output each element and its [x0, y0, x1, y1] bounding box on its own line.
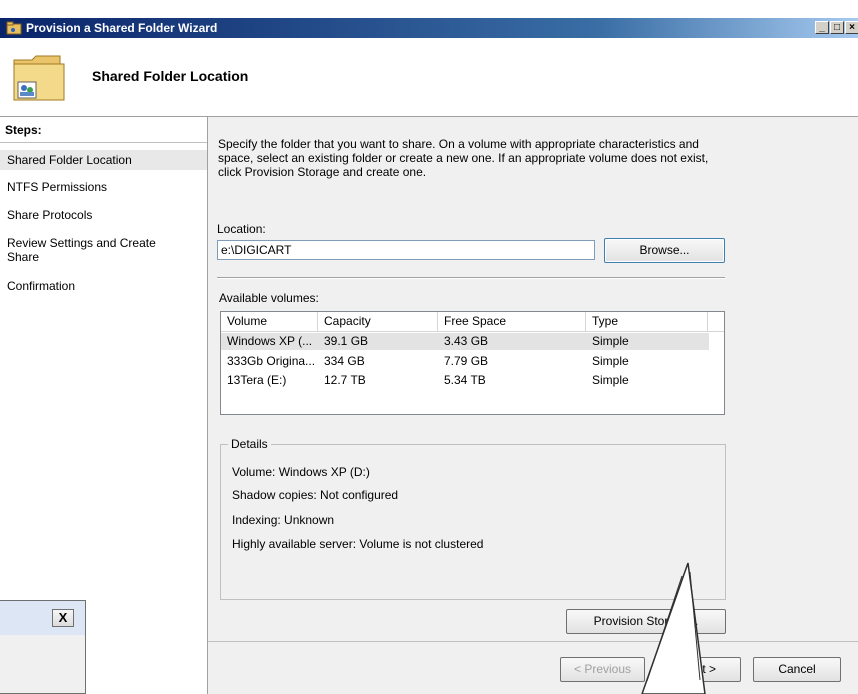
details-highly-available: Highly available server: Volume is not c… — [232, 537, 484, 551]
maximize-button[interactable]: □ — [830, 21, 844, 34]
steps-divider — [0, 142, 207, 143]
close-button[interactable]: × — [845, 21, 858, 34]
step-ntfs-permissions[interactable]: NTFS Permissions — [0, 180, 207, 194]
location-label: Location: — [217, 222, 266, 236]
free-space-cell: 5.34 TB — [444, 373, 486, 387]
step-shared-folder-location[interactable]: Shared Folder Location — [0, 150, 207, 170]
volume-cell: 333Gb Origina... — [227, 354, 316, 368]
type-cell: Simple — [592, 334, 629, 348]
volumes-list[interactable]: Volume Capacity Free Space Type Windows … — [220, 311, 725, 415]
window-title-bar[interactable]: Provision a Shared Folder Wizard _ □ × — [0, 18, 858, 38]
page-description: Specify the folder that you want to shar… — [218, 137, 709, 179]
step-review-settings[interactable]: Review Settings and Create Share — [0, 236, 190, 264]
type-cell: Simple — [592, 373, 629, 387]
available-volumes-label: Available volumes: — [219, 291, 319, 305]
previous-button[interactable]: < Previous — [560, 657, 645, 682]
window-title: Provision a Shared Folder Wizard — [26, 21, 218, 35]
next-button[interactable]: Next > — [656, 657, 741, 682]
column-header-capacity[interactable]: Capacity — [318, 312, 438, 331]
free-space-cell: 3.43 GB — [444, 334, 489, 348]
cancel-button[interactable]: Cancel — [753, 657, 841, 682]
capacity-cell: 12.7 TB — [324, 373, 366, 387]
column-header-type[interactable]: Type — [586, 312, 708, 331]
step-share-protocols[interactable]: Share Protocols — [0, 208, 207, 222]
location-input[interactable]: e:\DIGICART — [217, 240, 595, 260]
separator — [217, 277, 725, 279]
steps-title: Steps: — [5, 123, 42, 137]
volume-cell: 13Tera (E:) — [227, 373, 287, 387]
details-shadow-copies: Shadow copies: Not configured — [232, 488, 399, 502]
type-cell: Simple — [592, 354, 629, 368]
volumes-list-header: Volume Capacity Free Space Type — [221, 312, 724, 332]
capacity-cell: 334 GB — [324, 354, 365, 368]
details-volume: Volume: Windows XP (D:) — [232, 465, 370, 479]
provision-storage-button[interactable]: Provision Storage... — [566, 609, 726, 634]
overlapping-dialog-close-button[interactable]: X — [52, 609, 74, 627]
details-indexing: Indexing: Unknown — [232, 513, 335, 527]
wizard-app-icon — [6, 21, 22, 35]
wizard-header: Shared Folder Location — [0, 38, 858, 117]
shared-folder-icon — [13, 55, 65, 101]
volume-row[interactable]: 13Tera (E:) 12.7 TB 5.34 TB Simple — [221, 372, 709, 389]
step-confirmation[interactable]: Confirmation — [0, 279, 207, 293]
column-header-volume[interactable]: Volume — [221, 312, 318, 331]
capacity-cell: 39.1 GB — [324, 334, 369, 348]
details-legend: Details — [228, 437, 271, 451]
volume-cell: Windows XP (... — [227, 334, 313, 348]
volume-row[interactable]: Windows XP (... 39.1 GB 3.43 GB Simple — [221, 333, 709, 350]
column-header-free-space[interactable]: Free Space — [438, 312, 586, 331]
free-space-cell: 7.79 GB — [444, 354, 489, 368]
minimize-button[interactable]: _ — [815, 21, 829, 34]
page-title: Shared Folder Location — [92, 68, 249, 84]
overlapping-dialog: X — [0, 600, 86, 694]
button-bar-divider — [208, 641, 858, 642]
browse-button[interactable]: Browse... — [604, 238, 725, 263]
volume-row[interactable]: 333Gb Origina... 334 GB 7.79 GB Simple — [221, 353, 709, 370]
